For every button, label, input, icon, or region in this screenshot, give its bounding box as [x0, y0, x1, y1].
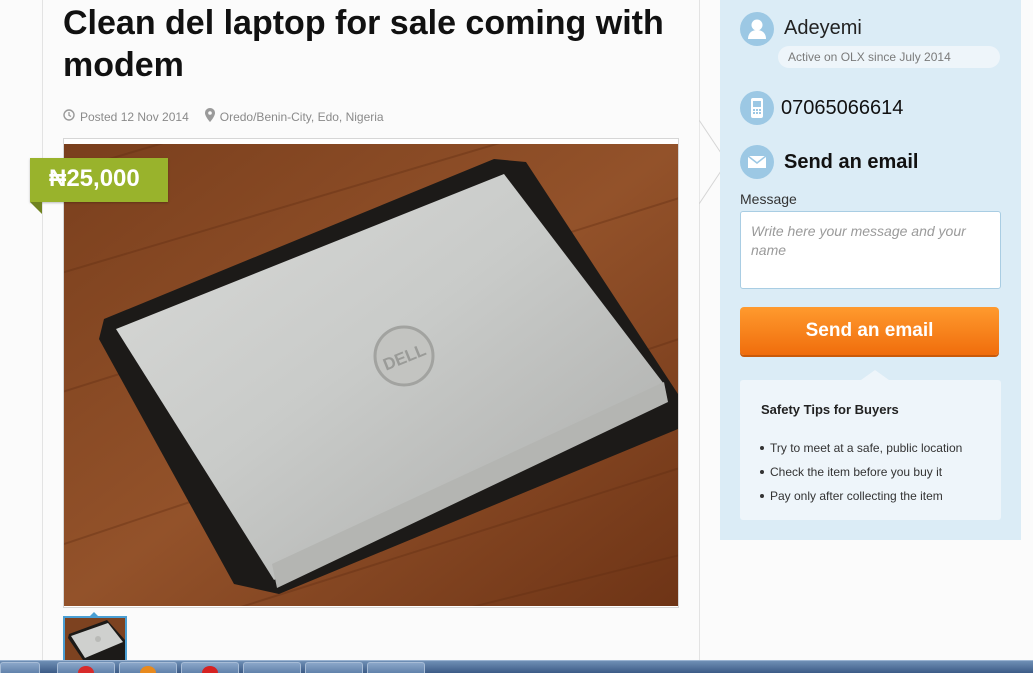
map-pin-icon: [204, 108, 215, 125]
safety-tips-notch: [861, 370, 889, 380]
taskbar-button[interactable]: [305, 662, 363, 673]
photo-thumbnail[interactable]: [63, 616, 127, 662]
user-icon: [740, 12, 774, 46]
safety-tip-item: Check the item before you buy it: [759, 460, 962, 484]
safety-tip-item: Try to meet at a safe, public location: [759, 436, 962, 460]
taskbar-button[interactable]: [243, 662, 301, 673]
seller-phone[interactable]: 07065066614: [781, 97, 903, 120]
main-photo[interactable]: DELL: [64, 144, 678, 606]
content-border-left: [42, 0, 43, 660]
listing-meta: Posted 12 Nov 2014 Oredo/Benin-City, Edo…: [63, 108, 384, 125]
taskbar-button[interactable]: [0, 662, 40, 673]
safety-tips-list: Try to meet at a safe, public location C…: [759, 436, 962, 508]
safety-tip-item: Pay only after collecting the item: [759, 484, 962, 508]
message-input[interactable]: [740, 211, 1001, 289]
seller-since-badge: Active on OLX since July 2014: [778, 46, 1000, 68]
main-photo-frame: DELL: [63, 138, 679, 608]
seller-sidebar: Adeyemi Active on OLX since July 2014 07…: [720, 0, 1021, 540]
price-badge: ₦25,000: [30, 158, 168, 202]
safety-tips-title: Safety Tips for Buyers: [761, 402, 899, 417]
email-section-title: Send an email: [784, 151, 919, 173]
phone-icon: [740, 91, 774, 125]
os-taskbar: [0, 660, 1033, 673]
listing-title: Clean del laptop for sale coming with mo…: [63, 4, 664, 84]
message-label: Message: [740, 191, 797, 207]
seller-name[interactable]: Adeyemi: [784, 17, 862, 40]
listing-location[interactable]: Oredo/Benin-City, Edo, Nigeria: [220, 110, 384, 124]
content-border-right: [699, 0, 700, 660]
posted-date: Posted 12 Nov 2014: [80, 109, 189, 124]
envelope-icon: [740, 145, 774, 179]
safety-tips-box: Safety Tips for Buyers Try to meet at a …: [740, 370, 1001, 520]
taskbar-button[interactable]: [119, 662, 177, 673]
taskbar-button[interactable]: [367, 662, 425, 673]
price-badge-fold: [30, 202, 42, 214]
taskbar-button[interactable]: [57, 662, 115, 673]
send-email-button[interactable]: Send an email: [740, 307, 999, 355]
taskbar-button[interactable]: [181, 662, 239, 673]
clock-icon: [63, 109, 75, 124]
